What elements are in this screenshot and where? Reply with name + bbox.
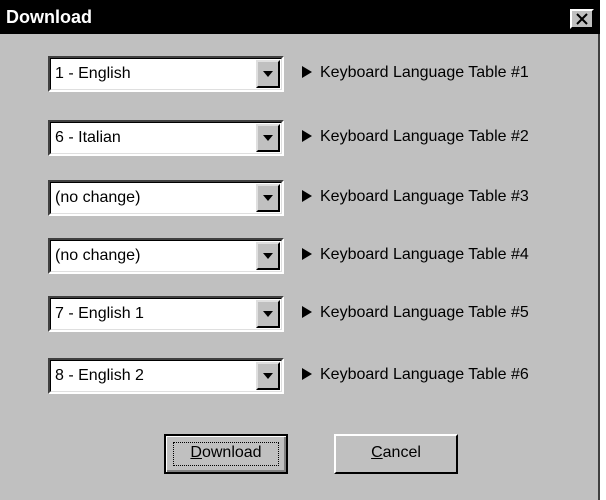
right-triangle-icon <box>302 368 312 380</box>
dropdown-button[interactable] <box>256 60 280 88</box>
dropdown-button[interactable] <box>256 362 280 390</box>
language-row-5: 7 - English 1 Keyboard Language Table #5 <box>48 296 578 332</box>
language-select-6-value: 8 - English 2 <box>55 367 144 384</box>
cancel-rest: ancel <box>382 444 421 461</box>
cancel-mnemonic: C <box>371 444 383 461</box>
right-triangle-icon <box>302 306 312 318</box>
language-select-4[interactable]: (no change) <box>48 238 284 274</box>
language-select-4-value: (no change) <box>55 247 141 264</box>
download-mnemonic: D <box>190 444 202 461</box>
language-select-5-value: 7 - English 1 <box>55 305 144 322</box>
language-row-1: 1 - English Keyboard Language Table #1 <box>48 56 578 92</box>
dropdown-button[interactable] <box>256 242 280 270</box>
table-label-1: Keyboard Language Table #1 <box>320 64 529 81</box>
table-label-4: Keyboard Language Table #4 <box>320 246 529 263</box>
language-row-6: 8 - English 2 Keyboard Language Table #6 <box>48 358 578 394</box>
combo-frame: (no change) <box>50 240 282 272</box>
chevron-down-icon <box>263 135 273 141</box>
language-select-3-value: (no change) <box>55 189 141 206</box>
language-select-1[interactable]: 1 - English <box>48 56 284 92</box>
combo-frame: 8 - English 2 <box>50 360 282 392</box>
language-select-1-value: 1 - English <box>55 65 131 82</box>
language-select-2[interactable]: 6 - Italian <box>48 120 284 156</box>
chevron-down-icon <box>263 373 273 379</box>
combo-frame: 7 - English 1 <box>50 298 282 330</box>
language-row-3: (no change) Keyboard Language Table #3 <box>48 180 578 216</box>
close-icon <box>576 13 588 25</box>
table-label-6: Keyboard Language Table #6 <box>320 366 529 383</box>
cancel-button[interactable]: Cancel <box>334 434 458 474</box>
combo-frame: (no change) <box>50 182 282 214</box>
language-select-6[interactable]: 8 - English 2 <box>48 358 284 394</box>
table-label-3: Keyboard Language Table #3 <box>320 188 529 205</box>
dropdown-button[interactable] <box>256 124 280 152</box>
download-button[interactable]: Download <box>164 434 288 474</box>
download-dialog: Download 1 - English Keyboard Language T… <box>0 0 600 500</box>
table-label-2: Keyboard Language Table #2 <box>320 128 529 145</box>
download-button-label: Download <box>190 444 261 461</box>
title-bar: Download <box>0 0 600 34</box>
language-row-4: (no change) Keyboard Language Table #4 <box>48 238 578 274</box>
right-triangle-icon <box>302 190 312 202</box>
right-triangle-icon <box>302 248 312 260</box>
chevron-down-icon <box>263 195 273 201</box>
dialog-title: Download <box>6 7 92 27</box>
right-triangle-icon <box>302 130 312 142</box>
table-label-5: Keyboard Language Table #5 <box>320 304 529 321</box>
language-select-3[interactable]: (no change) <box>48 180 284 216</box>
download-rest: ownload <box>201 444 262 461</box>
close-button[interactable] <box>570 9 594 29</box>
cancel-button-label: Cancel <box>371 444 421 461</box>
chevron-down-icon <box>263 71 273 77</box>
language-select-5[interactable]: 7 - English 1 <box>48 296 284 332</box>
language-select-2-value: 6 - Italian <box>55 129 121 146</box>
combo-frame: 1 - English <box>50 58 282 90</box>
dropdown-button[interactable] <box>256 300 280 328</box>
right-triangle-icon <box>302 66 312 78</box>
chevron-down-icon <box>263 311 273 317</box>
dropdown-button[interactable] <box>256 184 280 212</box>
language-row-2: 6 - Italian Keyboard Language Table #2 <box>48 120 578 156</box>
combo-frame: 6 - Italian <box>50 122 282 154</box>
chevron-down-icon <box>263 253 273 259</box>
